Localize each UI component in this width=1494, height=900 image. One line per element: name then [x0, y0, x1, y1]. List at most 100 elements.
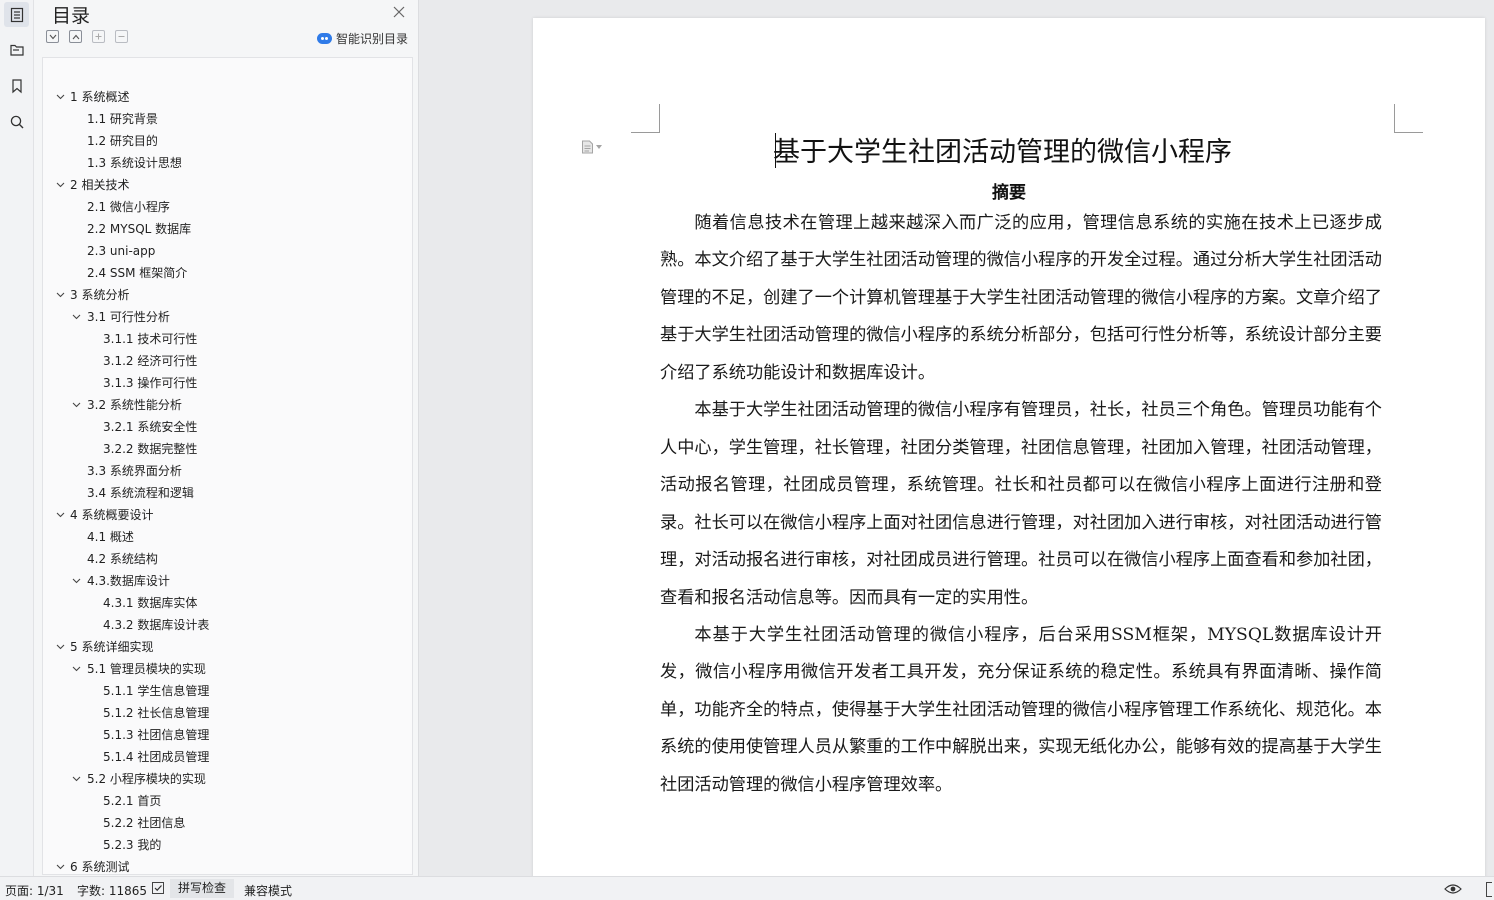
search-icon[interactable]	[4, 109, 29, 134]
toc-item-label: 5.1.1 学生信息管理	[103, 684, 210, 698]
toc-item[interactable]: 5.2.3 我的	[43, 834, 412, 856]
view-mode-icon[interactable]	[1486, 882, 1492, 897]
toc-item-label: 3 系统分析	[70, 288, 130, 302]
toc-item[interactable]: 4.2 系统结构	[43, 548, 412, 570]
bookmark-icon[interactable]	[4, 73, 29, 98]
smart-toc-label: 智能识别目录	[335, 32, 408, 46]
toc-item[interactable]: 6 系统测试	[43, 856, 412, 874]
chevron-down-icon[interactable]	[70, 768, 82, 790]
chevron-down-icon[interactable]	[70, 658, 82, 680]
toc-item-label: 3.2 系统性能分析	[87, 398, 182, 412]
toc-item[interactable]: 3 系统分析	[43, 284, 412, 306]
toc-item[interactable]: 3.3 系统界面分析	[43, 460, 412, 482]
chevron-down-icon[interactable]	[54, 284, 66, 306]
toc-item[interactable]: 1 系统概述	[43, 86, 412, 108]
text-cursor	[775, 133, 776, 168]
abstract-paragraph: 本基于大学生社团活动管理的微信小程序，后台采用SSM框架，MYSQL数据库设计开…	[660, 624, 1382, 795]
toc-item-label: 4.3.2 数据库设计表	[103, 618, 210, 632]
expand-all-icon[interactable]	[46, 30, 59, 43]
toc-icon[interactable]	[4, 2, 29, 27]
toc-item-label: 1 系统概述	[70, 90, 130, 104]
toc-item-label: 4 系统概要设计	[70, 508, 154, 522]
abstract-paragraph: 本基于大学生社团活动管理的微信小程序有管理员，社长，社员三个角色。管理员功能有个…	[660, 400, 1382, 608]
toc-tree: 1 系统概述 1.1 研究背景 1.2 研究目的 1.3 系统设计思想 2 相关技术 2.…	[42, 57, 413, 875]
toc-item[interactable]: 3.1.2 经济可行性	[43, 350, 412, 372]
add-heading-icon[interactable]	[92, 30, 105, 43]
toc-item-label: 1.2 研究目的	[87, 134, 158, 148]
toc-item[interactable]: 4.1 概述	[43, 526, 412, 548]
toc-item[interactable]: 1.3 系统设计思想	[43, 152, 412, 174]
toc-item-label: 2.2 MYSQL 数据库	[87, 222, 192, 236]
document-page[interactable]: 基于大学生社团活动管理的微信小程序 摘要 随着信息技术在管理上越来越深入而广泛的…	[533, 18, 1485, 876]
toc-item[interactable]: 3.2.2 数据完整性	[43, 438, 412, 460]
chevron-down-icon[interactable]	[54, 174, 66, 196]
toc-item[interactable]: 2.2 MYSQL 数据库	[43, 218, 412, 240]
toc-item-label: 3.3 系统界面分析	[87, 464, 182, 478]
toc-item-label: 5.1.2 社长信息管理	[103, 706, 210, 720]
toc-item-label: 5.1.3 社团信息管理	[103, 728, 210, 742]
chevron-down-icon[interactable]	[54, 856, 66, 874]
toc-item[interactable]: 3.2.1 系统安全性	[43, 416, 412, 438]
toc-item[interactable]: 1.2 研究目的	[43, 130, 412, 152]
toc-item[interactable]: 3.2 系统性能分析	[43, 394, 412, 416]
toc-item[interactable]: 5.1 管理员模块的实现	[43, 658, 412, 680]
spell-check-button[interactable]: 拼写检查	[170, 879, 235, 898]
toc-item-label: 5 系统详细实现	[70, 640, 154, 654]
toc-item-label: 2 相关技术	[70, 178, 130, 192]
toc-item-label: 5.2 小程序模块的实现	[87, 772, 206, 786]
toc-item[interactable]: 5.1.3 社团信息管理	[43, 724, 412, 746]
toc-item[interactable]: 3.1.1 技术可行性	[43, 328, 412, 350]
ai-robot-icon	[316, 33, 332, 44]
toc-item-label: 2.3 uni-app	[87, 244, 156, 258]
toc-item-label: 6 系统测试	[70, 860, 130, 874]
toc-item[interactable]: 5.1.1 学生信息管理	[43, 680, 412, 702]
toc-item[interactable]: 4.3.2 数据库设计表	[43, 614, 412, 636]
margin-corner-marker	[631, 104, 660, 133]
chevron-down-icon[interactable]	[54, 86, 66, 108]
toc-item[interactable]: 5.2.1 首页	[43, 790, 412, 812]
toc-item-label: 4.3.数据库设计	[87, 574, 170, 588]
collapse-all-icon[interactable]	[69, 30, 82, 43]
toc-panel: 目录 智能识别目录 1 系统概述 1.1 研究背景 1.2 研究目的 1.3 系统设计…	[34, 0, 419, 876]
close-icon[interactable]	[392, 4, 406, 18]
chevron-down-icon[interactable]	[70, 394, 82, 416]
remove-heading-icon[interactable]	[115, 30, 128, 43]
page-indicator[interactable]: 页面: 1/31	[5, 882, 64, 899]
toc-item[interactable]: 2 相关技术	[43, 174, 412, 196]
toc-item[interactable]: 5.2.2 社团信息	[43, 812, 412, 834]
eye-protection-icon[interactable]	[1444, 883, 1462, 898]
toc-item-label: 3.2.2 数据完整性	[103, 442, 198, 456]
chevron-down-icon[interactable]	[54, 504, 66, 526]
toc-item[interactable]: 3.1 可行性分析	[43, 306, 412, 328]
chevron-down-icon[interactable]	[54, 636, 66, 658]
word-count[interactable]: 字数: 11865	[77, 882, 147, 899]
toc-item[interactable]: 4 系统概要设计	[43, 504, 412, 526]
toc-item-label: 4.3.1 数据库实体	[103, 596, 198, 610]
chevron-down-icon[interactable]	[70, 306, 82, 328]
toc-item[interactable]: 2.1 微信小程序	[43, 196, 412, 218]
abstract-heading: 摘要	[992, 183, 1026, 203]
toc-list: 1 系统概述 1.1 研究背景 1.2 研究目的 1.3 系统设计思想 2 相关技术 2.…	[43, 86, 412, 874]
toc-item[interactable]: 2.4 SSM 框架简介	[43, 262, 412, 284]
paragraph-style-icon[interactable]	[581, 140, 602, 154]
toc-item[interactable]: 1.1 研究背景	[43, 108, 412, 130]
document-title: 基于大学生社团活动管理的微信小程序	[773, 137, 1232, 168]
toc-item-label: 3.2.1 系统安全性	[103, 420, 198, 434]
toc-item[interactable]: 2.3 uni-app	[43, 240, 412, 262]
toc-item[interactable]: 3.4 系统流程和逻辑	[43, 482, 412, 504]
toc-item[interactable]: 5.2 小程序模块的实现	[43, 768, 412, 790]
toc-item[interactable]: 4.3.数据库设计	[43, 570, 412, 592]
toc-item[interactable]: 5 系统详细实现	[43, 636, 412, 658]
smart-toc-button[interactable]: 智能识别目录	[316, 30, 408, 47]
toc-item-label: 1.1 研究背景	[87, 112, 158, 126]
toc-item-label: 4.2 系统结构	[87, 552, 158, 566]
toc-item[interactable]: 3.1.3 操作可行性	[43, 372, 412, 394]
compat-mode-label[interactable]: 兼容模式	[244, 882, 292, 899]
spell-check-icon[interactable]	[152, 882, 164, 894]
toc-item[interactable]: 4.3.1 数据库实体	[43, 592, 412, 614]
chevron-down-icon[interactable]	[70, 570, 82, 592]
folder-tree-icon[interactable]	[4, 37, 29, 62]
toc-item[interactable]: 5.1.2 社长信息管理	[43, 702, 412, 724]
toc-item-label: 5.1.4 社团成员管理	[103, 750, 210, 764]
toc-item[interactable]: 5.1.4 社团成员管理	[43, 746, 412, 768]
